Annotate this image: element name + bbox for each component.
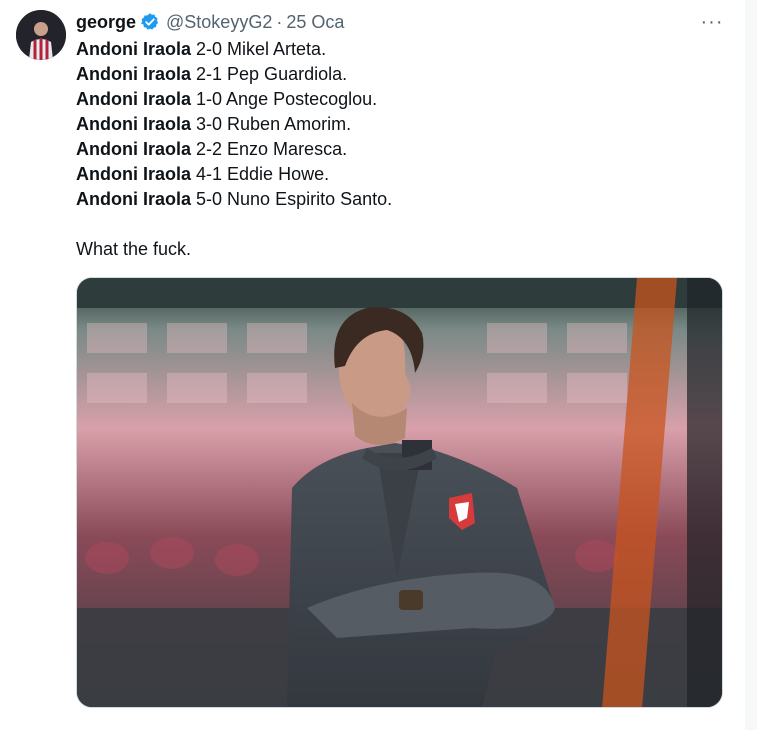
author-handle[interactable]: @StokeyyG2 [166,12,272,33]
result-text: 3-0 Ruben Amorim. [191,114,352,134]
manager-name: Andoni Iraola [76,89,192,109]
closing-line: What the fuck. [76,239,192,259]
result-line: Andoni Iraola 3-0 Ruben Amorim. [76,112,726,137]
tweet-date[interactable]: 25 Oca [286,12,344,33]
manager-name: Andoni Iraola [76,139,192,159]
avatar[interactable] [16,10,66,60]
verified-badge-icon [140,12,160,32]
result-line: Andoni Iraola 2-2 Enzo Maresca. [76,137,726,162]
more-options-icon[interactable]: ··· [698,10,726,34]
manager-name: Andoni Iraola [76,164,192,184]
tweet-actions-hint [76,722,726,730]
result-line: Andoni Iraola 2-0 Mikel Arteta. [76,37,726,62]
result-line: Andoni Iraola 1-0 Ange Postecoglou. [76,87,726,112]
manager-name: Andoni Iraola [76,189,192,209]
tweet-card[interactable]: george @StokeyyG2 · 25 Oca ··· Andoni Ir… [0,0,745,730]
result-text: 1-0 Ange Postecoglou. [191,89,378,109]
result-line: Andoni Iraola 4-1 Eddie Howe. [76,162,726,187]
result-line: Andoni Iraola 2-1 Pep Guardiola. [76,62,726,87]
manager-name: Andoni Iraola [76,39,192,59]
result-text: 4-1 Eddie Howe. [191,164,330,184]
separator-dot: · [276,11,283,32]
tweet-header: george @StokeyyG2 · 25 Oca [76,10,344,34]
coach-photo-illustration [77,278,722,707]
author-name[interactable]: george [76,12,136,33]
result-text: 2-1 Pep Guardiola. [191,64,348,84]
result-text: 2-0 Mikel Arteta. [191,39,327,59]
manager-name: Andoni Iraola [76,64,192,84]
result-text: 2-2 Enzo Maresca. [191,139,348,159]
result-line: Andoni Iraola 5-0 Nuno Espirito Santo. [76,187,726,212]
tweet-text: Andoni Iraola 2-0 Mikel Arteta. Andoni I… [76,37,726,262]
right-gutter [745,0,757,730]
result-text: 5-0 Nuno Espirito Santo. [191,189,393,209]
manager-name: Andoni Iraola [76,114,192,134]
tweet-photo[interactable] [76,277,723,708]
